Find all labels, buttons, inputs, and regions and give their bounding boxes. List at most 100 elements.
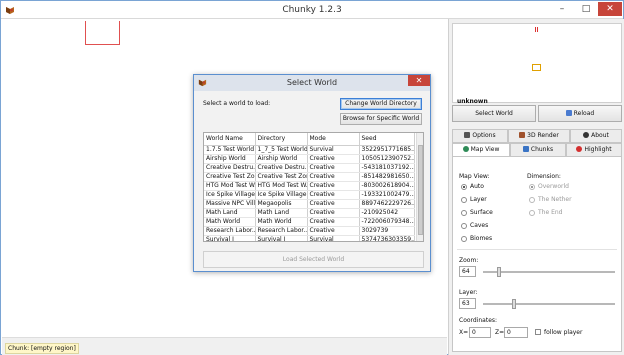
table-cell: Creative bbox=[307, 199, 360, 209]
table-row[interactable]: Research Labor... Research Labor... Creati… bbox=[204, 226, 415, 236]
z-coord-label: Z= bbox=[495, 329, 505, 336]
tab-chunks[interactable]: Chunks bbox=[510, 143, 566, 157]
tab-options[interactable]: Options bbox=[452, 129, 508, 143]
table-cell: Research Labor... bbox=[255, 226, 308, 236]
table-cell: Creative bbox=[307, 217, 360, 227]
follow-player-checkbox[interactable] bbox=[535, 329, 541, 335]
table-cell: Megaopolis bbox=[255, 199, 308, 209]
column-header[interactable]: World Name bbox=[204, 133, 256, 146]
reload-icon bbox=[565, 110, 572, 116]
table-cell: -210925042 bbox=[359, 208, 415, 218]
layer-field[interactable]: 63 bbox=[459, 298, 476, 309]
select-world-dialog: Select World ✕ Select a world to load: C… bbox=[193, 74, 431, 272]
table-cell: 1050512390752... bbox=[359, 154, 415, 164]
status-bar: Chunk: [empty region] bbox=[2, 337, 447, 355]
table-cell: -851482981650... bbox=[359, 172, 415, 182]
table-cell: Math Land bbox=[204, 208, 256, 218]
player-marker bbox=[535, 27, 538, 32]
zoom-slider-thumb[interactable] bbox=[497, 267, 501, 277]
tab-3d-render-label: 3D Render bbox=[527, 132, 559, 139]
table-row[interactable]: Survival I Survival I Survival 537473630335… bbox=[204, 235, 415, 241]
table-cell: Creative bbox=[307, 172, 360, 182]
table-header-row: World Name Directory Mode Seed bbox=[204, 133, 415, 146]
table-row[interactable]: Math Land Math Land Creative -210925042 bbox=[204, 208, 415, 218]
tab-highlight-label: Highlight bbox=[584, 146, 612, 153]
dialog-title: Select World bbox=[286, 78, 338, 87]
radio-auto[interactable] bbox=[461, 184, 467, 190]
control-panel: unknown Select World Reload Options 3D R… bbox=[448, 19, 624, 355]
radio-surface[interactable] bbox=[461, 210, 467, 216]
tab-about-label: About bbox=[591, 132, 609, 139]
load-selected-world-button[interactable]: Load Selected World bbox=[203, 251, 424, 268]
tab-3d-render[interactable]: 3D Render bbox=[508, 129, 570, 143]
zoom-field[interactable]: 64 bbox=[459, 266, 476, 277]
world-table[interactable]: World Name Directory Mode Seed 1.7.5 Test W… bbox=[203, 132, 424, 242]
tab-about[interactable]: About bbox=[570, 129, 622, 143]
table-cell: Airship World bbox=[204, 154, 256, 164]
change-world-directory-button[interactable]: Change World Directory bbox=[340, 98, 422, 110]
table-row[interactable]: Creative Destru... Creative Destru... Crea… bbox=[204, 163, 415, 173]
layer-slider-thumb[interactable] bbox=[512, 299, 516, 309]
tab-map-view[interactable]: Map View bbox=[452, 143, 510, 157]
close-button[interactable]: ✕ bbox=[598, 2, 622, 16]
table-cell: 8897462229726... bbox=[359, 199, 415, 209]
tab-chunks-label: Chunks bbox=[530, 146, 554, 153]
tab-map-view-label: Map View bbox=[470, 146, 500, 153]
table-scrollbar[interactable] bbox=[416, 133, 423, 241]
dialog-close-button[interactable]: ✕ bbox=[408, 75, 430, 86]
table-cell: 1_7_5 Test World bbox=[255, 145, 308, 155]
table-row[interactable]: 1.7.5 Test World 1_7_5 Test World Survival… bbox=[204, 145, 415, 155]
column-header[interactable]: Directory bbox=[255, 133, 308, 146]
layer-slider-track[interactable] bbox=[483, 303, 615, 305]
map-icon bbox=[522, 146, 529, 152]
radio-biomes[interactable] bbox=[461, 236, 467, 242]
table-cell: 3522951771685... bbox=[359, 145, 415, 155]
browse-world-button[interactable]: Browse for Specific World bbox=[340, 113, 422, 125]
dialog-prompt: Select a world to load: bbox=[203, 100, 271, 107]
radio-caves[interactable] bbox=[461, 223, 467, 229]
table-body: 1.7.5 Test World 1_7_5 Test World Survival… bbox=[204, 145, 415, 241]
table-row[interactable]: Airship World Airship World Creative 105051… bbox=[204, 154, 415, 164]
column-header[interactable]: Seed bbox=[359, 133, 415, 146]
minimize-button[interactable]: – bbox=[551, 2, 573, 16]
table-row[interactable]: HTG Mod Test W... HTG Mod Test W... Creati… bbox=[204, 181, 415, 191]
maximize-button[interactable]: □ bbox=[575, 2, 597, 16]
radio-nether[interactable] bbox=[529, 197, 535, 203]
minimap[interactable]: unknown bbox=[452, 23, 622, 105]
table-cell: HTG Mod Test W... bbox=[204, 181, 256, 191]
tab-highlight[interactable]: Highlight bbox=[566, 143, 622, 157]
radio-layer[interactable] bbox=[461, 197, 467, 203]
select-world-button[interactable]: Select World bbox=[452, 105, 536, 122]
table-cell: HTG Mod Test W... bbox=[255, 181, 308, 191]
view-marker bbox=[532, 64, 541, 71]
table-row[interactable]: Massive NPC Vill...MegaopolisCreative889… bbox=[204, 199, 415, 209]
zoom-slider-track[interactable] bbox=[483, 271, 615, 273]
table-cell: 3029739 bbox=[359, 226, 415, 236]
follow-player-label: follow player bbox=[544, 329, 583, 336]
radio-overworld[interactable] bbox=[529, 184, 535, 190]
tab-options-label: Options bbox=[472, 132, 496, 139]
table-cell: Survival I bbox=[204, 235, 256, 241]
globe-icon bbox=[462, 146, 469, 152]
table-scrollbar-thumb[interactable] bbox=[418, 145, 423, 235]
table-cell: Ice Spike Village bbox=[255, 190, 308, 200]
radio-end[interactable] bbox=[529, 210, 535, 216]
radio-caves-label: Caves bbox=[470, 222, 489, 229]
dialog-title-bar[interactable]: Select World ✕ bbox=[194, 75, 430, 91]
table-cell: Creative bbox=[307, 226, 360, 236]
minimap-world-label: unknown bbox=[457, 98, 488, 105]
table-row[interactable]: Math World Math World Creative -72200607934… bbox=[204, 217, 415, 227]
x-coord-field[interactable]: 0 bbox=[469, 327, 491, 338]
table-row[interactable]: Creative Test ZoneCreative Test ZoneCrea… bbox=[204, 172, 415, 182]
coordinates-label: Coordinates: bbox=[459, 317, 498, 324]
z-coord-field[interactable]: 0 bbox=[504, 327, 528, 338]
reload-button[interactable]: Reload bbox=[538, 105, 622, 122]
table-cell: Creative bbox=[307, 163, 360, 173]
table-row[interactable]: Ice Spike Village Ice Spike Village Creati… bbox=[204, 190, 415, 200]
chunk-status-text: Chunk: [empty region] bbox=[5, 343, 79, 354]
table-cell: Survival I bbox=[255, 235, 308, 241]
title-bar[interactable]: Chunky 1.2.3 – □ ✕ bbox=[1, 1, 623, 19]
radio-nether-label: The Nether bbox=[538, 196, 572, 203]
window-title: Chunky 1.2.3 bbox=[282, 5, 342, 15]
column-header[interactable]: Mode bbox=[307, 133, 360, 146]
